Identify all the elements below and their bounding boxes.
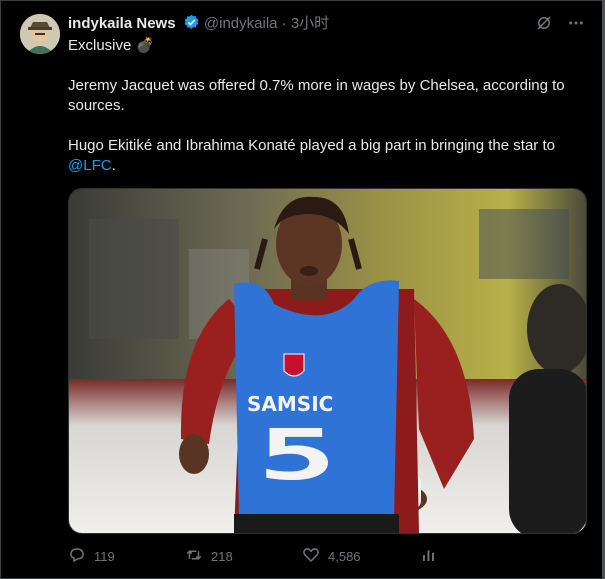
more-icon[interactable] (567, 14, 585, 32)
verified-badge-icon (183, 14, 200, 37)
repost-count: 218 (211, 549, 233, 564)
post-text-line-1: Exclusive 💣 (68, 37, 155, 54)
post-actions: 119 218 4,586 (68, 546, 605, 566)
avatar[interactable] (20, 14, 60, 54)
post-text-line-5: @LFC. (68, 156, 116, 176)
mention-suffix: . (111, 157, 116, 174)
author-handle[interactable]: @indykaila (204, 15, 278, 32)
reply-icon (68, 546, 86, 567)
post-time[interactable]: 3小时 (291, 15, 329, 32)
reply-count: 119 (94, 549, 115, 564)
repost-button[interactable]: 218 (185, 546, 233, 567)
post-text-line-4: Hugo Ekitiké and Ibrahima Konaté played … (68, 137, 555, 154)
avatar-illustration (20, 14, 60, 54)
post-image[interactable]: SAMSIC 5 (68, 188, 587, 534)
views-button[interactable] (420, 546, 438, 567)
grok-icon[interactable] (535, 14, 553, 32)
post-text-line-2: Jeremy Jacquet was offered 0.7% more in … (68, 77, 565, 94)
post-header: indykaila News @indykaila · 3小时 (68, 14, 329, 37)
post-text-line-3: sources. (68, 97, 125, 114)
header-actions (535, 14, 585, 32)
jersey-number: 5 (257, 414, 337, 496)
views-icon (420, 546, 438, 567)
player-photo: SAMSIC 5 (69, 189, 586, 533)
like-count: 4,586 (328, 549, 361, 564)
reply-button[interactable]: 119 (68, 546, 115, 567)
jersey-sponsor: SAMSIC (247, 392, 333, 416)
separator: · (281, 15, 287, 32)
author-name[interactable]: indykaila News (68, 15, 176, 32)
repost-icon (185, 546, 203, 567)
like-button[interactable]: 4,586 (302, 546, 361, 567)
like-icon (302, 546, 320, 567)
mention-link[interactable]: @LFC (68, 157, 112, 174)
